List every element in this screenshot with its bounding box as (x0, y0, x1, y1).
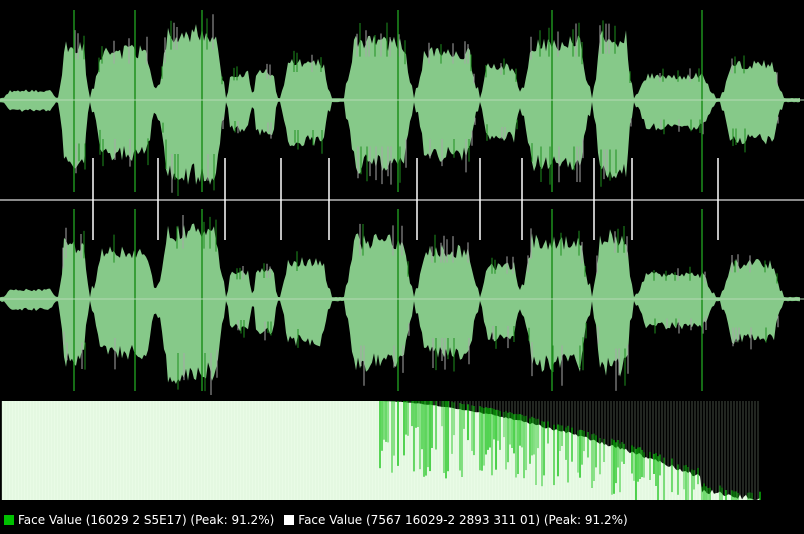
legend-item-1: Face Value (16029 2 S5E17) (Peak: 91.2%) (4, 513, 274, 527)
legend-swatch-2 (284, 515, 295, 525)
legend-item-2: Face Value (7567 16029-2 2893 311 01) (P… (284, 513, 628, 527)
spectrum-panel (0, 400, 804, 500)
legend-label-2: Face Value (7567 16029-2 2893 311 01) (P… (298, 513, 628, 527)
legend-bar: Face Value (16029 2 S5E17) (Peak: 91.2%)… (0, 506, 804, 534)
legend-label-1: Face Value (16029 2 S5E17) (Peak: 91.2%) (18, 513, 275, 527)
legend-swatch-1 (4, 515, 14, 525)
audio-analyzer-window: Face Value (16029 2 S5E17) (Peak: 91.2%)… (0, 0, 804, 534)
waveform-display (0, 0, 804, 500)
